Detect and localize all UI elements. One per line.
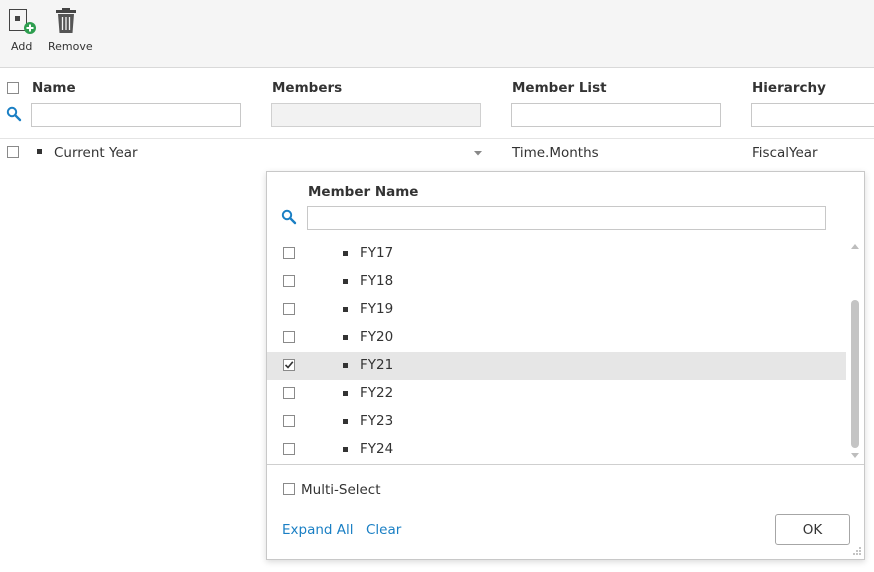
members-filter-input (271, 103, 481, 127)
member-list-filter-input[interactable] (511, 103, 721, 127)
item-label: FY18 (360, 273, 394, 289)
select-all-checkbox[interactable] (7, 82, 19, 94)
column-header-member-list[interactable]: Member List (512, 80, 607, 96)
item-checkbox[interactable] (283, 443, 295, 455)
toolbar: Add Remove (0, 0, 874, 68)
bullet-icon (343, 279, 348, 284)
item-label: FY20 (360, 329, 394, 345)
header-divider (0, 138, 874, 139)
list-item[interactable]: FY17 (267, 240, 846, 268)
clear-link[interactable]: Clear (366, 522, 401, 538)
list-item[interactable]: FY20 (267, 324, 846, 352)
multi-select-checkbox[interactable] (283, 483, 295, 495)
hierarchy-filter-input[interactable] (751, 103, 874, 127)
popup-title: Member Name (308, 184, 419, 200)
remove-button[interactable]: Remove (48, 6, 94, 60)
item-label: FY17 (360, 245, 394, 261)
list-item[interactable]: FY19 (267, 296, 846, 324)
scroll-down-arrow[interactable] (851, 453, 859, 458)
item-checkbox[interactable] (283, 387, 295, 399)
row-hierarchy: FiscalYear (752, 145, 818, 161)
expand-all-link[interactable]: Expand All (282, 522, 354, 538)
search-icon (6, 106, 22, 122)
item-checkbox[interactable] (283, 275, 295, 287)
popup-divider (267, 464, 864, 465)
item-checkbox[interactable] (283, 415, 295, 427)
list-item[interactable]: FY23 (267, 408, 846, 436)
column-header-hierarchy[interactable]: Hierarchy (752, 80, 826, 96)
column-header-name[interactable]: Name (32, 80, 76, 96)
member-select-popup: Member Name FY17 FY18 FY19 FY20 FY21 FY2… (266, 171, 865, 560)
bullet-icon (343, 307, 348, 312)
bullet-icon (343, 251, 348, 256)
item-checkbox[interactable] (283, 331, 295, 343)
bullet-icon (343, 391, 348, 396)
multi-select-label[interactable]: Multi-Select (301, 482, 381, 498)
remove-label: Remove (48, 40, 93, 53)
list-item-selected[interactable]: FY21 (267, 352, 846, 380)
list-item[interactable]: FY22 (267, 380, 846, 408)
column-header-members[interactable]: Members (272, 80, 342, 96)
item-checkbox-checked[interactable] (283, 359, 295, 371)
bullet-icon (343, 419, 348, 424)
row-checkbox[interactable] (7, 146, 19, 158)
list-item[interactable]: FY18 (267, 268, 846, 296)
checkmark-icon (284, 361, 294, 369)
row-name[interactable]: Current Year (54, 145, 138, 161)
add-member-icon (9, 9, 36, 34)
bullet-icon (343, 363, 348, 368)
row-member-list: Time.Months (512, 145, 599, 161)
add-label: Add (11, 40, 33, 53)
scroll-up-arrow[interactable] (851, 244, 859, 249)
member-search-input[interactable] (307, 206, 826, 230)
list-item[interactable]: FY24 (267, 436, 846, 464)
item-label: FY21 (360, 357, 394, 373)
bullet-icon (343, 447, 348, 452)
chevron-down-icon[interactable] (474, 151, 483, 157)
item-label: FY22 (360, 385, 394, 401)
scrollbar-thumb[interactable] (851, 300, 859, 448)
item-checkbox[interactable] (283, 303, 295, 315)
name-filter-input[interactable] (31, 103, 241, 127)
ok-button[interactable]: OK (775, 514, 850, 545)
popup-search-icon (281, 209, 297, 225)
item-label: FY24 (360, 441, 394, 457)
bullet-icon (343, 335, 348, 340)
trash-icon (56, 8, 76, 33)
item-checkbox[interactable] (283, 247, 295, 259)
resize-grip-icon[interactable] (852, 546, 862, 556)
item-label: FY23 (360, 413, 394, 429)
bullet-icon (37, 149, 42, 154)
add-button[interactable]: Add (6, 6, 50, 60)
item-label: FY19 (360, 301, 394, 317)
